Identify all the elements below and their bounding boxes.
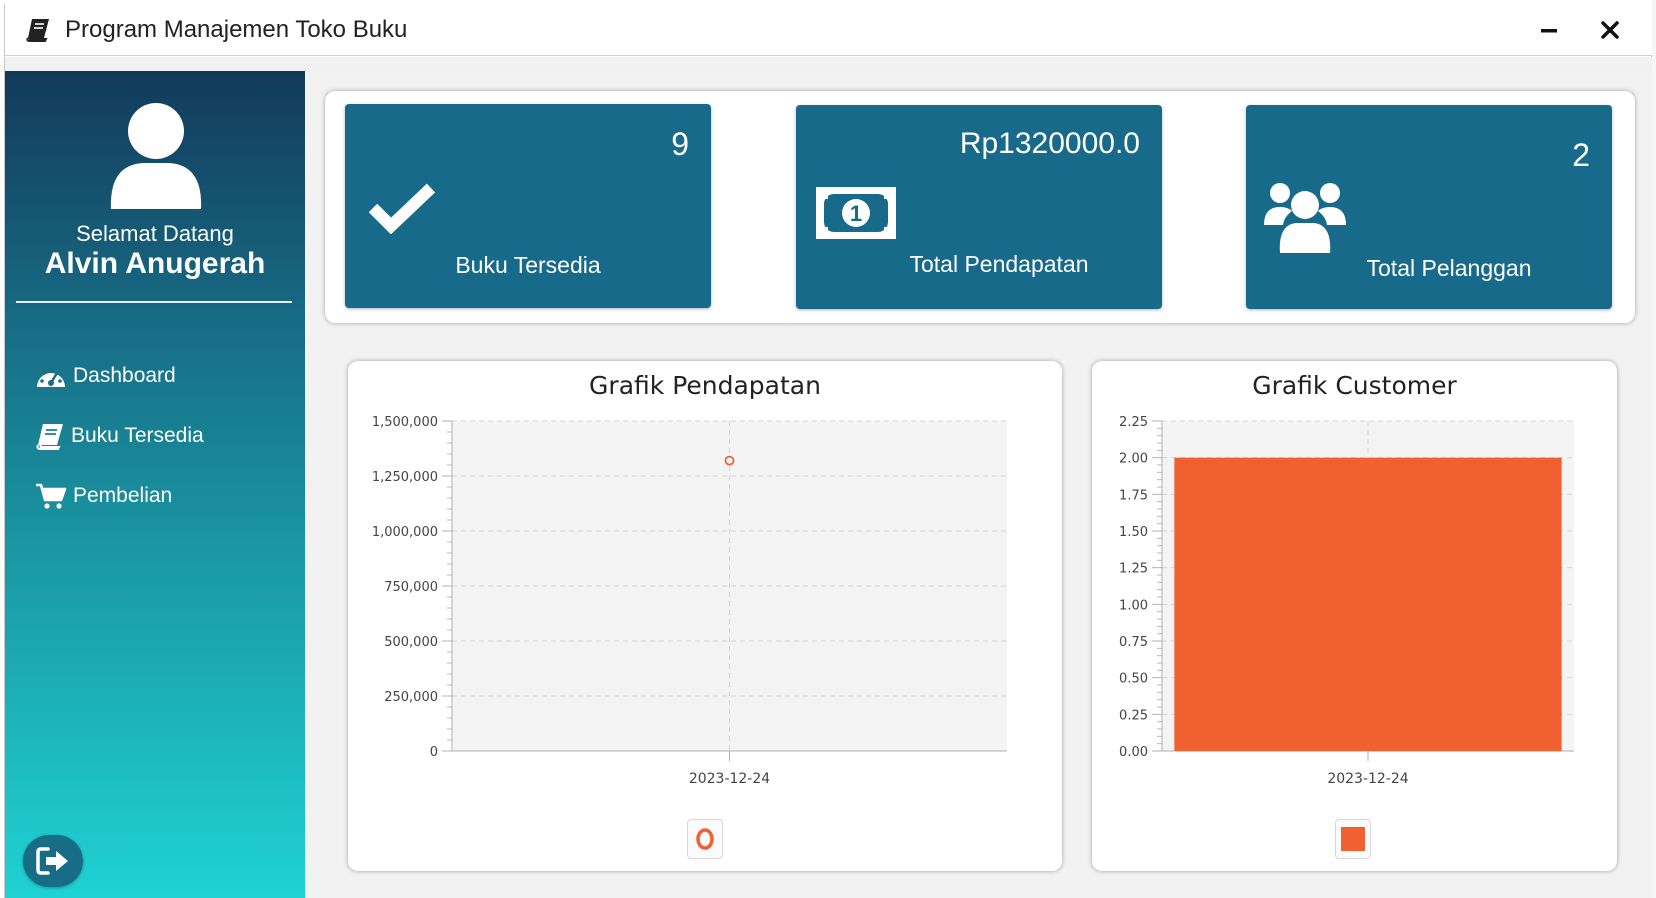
y-tick-label: 1,500,000 <box>372 415 438 430</box>
chart-legend-marker[interactable] <box>687 819 723 859</box>
stat-label: Total Pelanggan <box>1366 255 1532 281</box>
data-point <box>724 455 735 466</box>
y-tick-label: 1.50 <box>1119 525 1148 540</box>
y-tick-label: 750,000 <box>384 580 438 595</box>
minimize-icon <box>1541 29 1557 33</box>
y-tick-label: 500,000 <box>384 635 438 650</box>
customer-chart: 0.00 0.25 0.50 0.75 1.00 1.25 1.50 1.75 2.00 2.25… <box>1119 415 1574 787</box>
y-tick-label: 1,250,000 <box>372 470 438 485</box>
stats-panel: 9 Buku Tersedia Rp1320000.0 1 Total Pend… <box>325 91 1635 323</box>
chart-legend-marker[interactable] <box>1335 819 1371 859</box>
customer-chart-card: Grafik Customer 0.00 0.25 0.50 0.75 1.00 1.25… <box>1092 361 1617 871</box>
svg-text:1: 1 <box>850 201 862 226</box>
y-tick-label: 0.25 <box>1119 708 1148 723</box>
window-edge <box>1652 0 1656 898</box>
revenue-chart: 0 250,000 500,000 750,000 1,000,000 1,250,000… <box>372 415 1007 787</box>
close-button[interactable] <box>1596 16 1624 44</box>
sidebar-item-books[interactable]: Buku Tersedia <box>35 418 204 454</box>
minimize-button[interactable] <box>1535 16 1563 44</box>
title-bar: Program Manajemen Toko Buku <box>5 4 1653 56</box>
user-avatar-icon <box>110 103 202 209</box>
stat-value: Rp1320000.0 <box>959 127 1140 160</box>
y-tick-label: 0.00 <box>1119 745 1148 760</box>
app-window: Program Manajemen Toko Buku Selamat Data… <box>4 4 1653 898</box>
legend-square-icon <box>1341 827 1365 851</box>
y-tick-label: 2.00 <box>1119 452 1148 467</box>
y-tick-label: 1.75 <box>1119 488 1148 503</box>
users-icon <box>1264 183 1346 253</box>
stat-card-books: 9 Buku Tersedia <box>345 104 711 308</box>
username: Alvin Anugerah <box>44 247 266 280</box>
sidebar-item-label: Pembelian <box>73 484 173 507</box>
stat-label: Buku Tersedia <box>455 252 601 278</box>
y-tick-label: 2.25 <box>1119 415 1148 430</box>
main-content: 9 Buku Tersedia Rp1320000.0 1 Total Pend… <box>305 71 1653 898</box>
bar <box>1174 457 1562 751</box>
y-tick-label: 0.75 <box>1119 635 1148 650</box>
stat-value: 9 <box>671 126 689 162</box>
sidebar-item-label: Dashboard <box>73 364 176 387</box>
stat-card-customers: 2 Total Pelanggan <box>1246 105 1612 309</box>
sidebar-divider <box>16 301 292 303</box>
money-bill-icon: 1 <box>816 187 896 239</box>
stat-label: Total Pendapatan <box>909 251 1089 277</box>
y-tick-label: 1.00 <box>1119 598 1148 613</box>
cart-icon <box>36 483 67 509</box>
y-tick-label: 250,000 <box>384 690 438 705</box>
book-icon <box>36 424 63 450</box>
stat-card-revenue: Rp1320000.0 1 Total Pendapatan <box>796 105 1162 309</box>
y-tick-label: 0.50 <box>1119 672 1148 687</box>
check-icon <box>369 183 435 234</box>
welcome-text: Selamat Datang <box>76 221 234 246</box>
sidebar: Selamat Datang Alvin Anugerah Dashboard <box>5 71 305 898</box>
book-icon <box>26 19 49 42</box>
y-tick-label: 0 <box>430 745 438 760</box>
logout-icon <box>36 847 68 875</box>
stat-value: 2 <box>1572 137 1590 173</box>
sidebar-item-label: Buku Tersedia <box>71 424 204 447</box>
x-tick-label: 2023-12-24 <box>689 771 770 787</box>
sidebar-item-dashboard[interactable]: Dashboard <box>35 358 176 394</box>
logout-button[interactable] <box>23 835 83 887</box>
revenue-chart-card: Grafik Pendapatan 0 250,000 500,000 750,000… <box>348 361 1062 871</box>
legend-circle-icon <box>696 828 714 850</box>
sidebar-item-purchase[interactable]: Pembelian <box>35 478 172 514</box>
x-tick-label: 2023-12-24 <box>1327 771 1408 787</box>
close-icon <box>1601 21 1619 39</box>
y-tick-label: 1,000,000 <box>372 525 438 540</box>
y-tick-label: 1.25 <box>1119 562 1148 577</box>
window-title: Program Manajemen Toko Buku <box>65 16 408 43</box>
dashboard-gauge-icon <box>37 367 65 387</box>
